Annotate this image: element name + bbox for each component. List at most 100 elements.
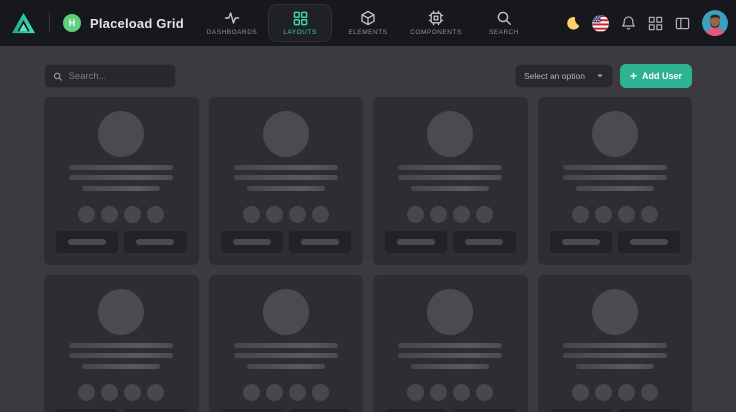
- toolbar: Select an option + Add User: [44, 64, 692, 88]
- apps-grid-icon: [648, 16, 663, 31]
- dot-placeholder: [641, 384, 658, 401]
- dot-placeholder: [78, 384, 95, 401]
- avatar-image: [702, 10, 728, 36]
- search-icon: [53, 71, 63, 82]
- search-icon: [496, 10, 512, 26]
- page-title: Placeload Grid: [90, 16, 184, 31]
- dots-placeholder: [78, 206, 164, 223]
- dot-placeholder: [476, 206, 493, 223]
- text-line-placeholder: [563, 353, 667, 358]
- placeholder-card: [538, 97, 693, 265]
- dots-placeholder: [243, 206, 329, 223]
- dot-placeholder: [407, 206, 424, 223]
- dot-placeholder: [595, 206, 612, 223]
- dot-placeholder: [407, 384, 424, 401]
- options-select[interactable]: Select an option: [515, 64, 613, 88]
- notifications-button[interactable]: [621, 16, 636, 31]
- dot-placeholder: [147, 384, 164, 401]
- text-line-placeholder: [398, 175, 502, 180]
- button-placeholder: [289, 231, 351, 253]
- activity-icon: [224, 10, 240, 26]
- workspace-badge: H: [63, 14, 81, 32]
- us-flag-icon: [592, 15, 609, 32]
- nav-item-search[interactable]: SEARCH: [472, 4, 536, 42]
- dot-placeholder: [572, 206, 589, 223]
- button-bar-placeholder: [397, 239, 435, 245]
- text-line-placeholder: [563, 165, 667, 170]
- dot-placeholder: [147, 206, 164, 223]
- brand: H Placeload Grid: [11, 11, 184, 36]
- apps-grid-button[interactable]: [648, 16, 663, 31]
- dot-placeholder: [124, 384, 141, 401]
- text-line-placeholder: [247, 364, 325, 369]
- plus-icon: +: [630, 70, 637, 82]
- text-line-placeholder: [563, 175, 667, 180]
- dark-mode-toggle[interactable]: [566, 16, 580, 30]
- avatar-placeholder: [427, 289, 473, 335]
- add-user-button[interactable]: + Add User: [620, 64, 692, 88]
- search-box[interactable]: [44, 64, 176, 88]
- nav-label: COMPONENTS: [410, 29, 462, 36]
- toolbar-right: Select an option + Add User: [515, 64, 692, 88]
- button-bar-placeholder: [68, 239, 106, 245]
- dot-placeholder: [312, 206, 329, 223]
- avatar-placeholder: [263, 111, 309, 157]
- text-line-placeholder: [234, 175, 338, 180]
- dot-placeholder: [430, 206, 447, 223]
- card-footer: [56, 231, 187, 253]
- nav-item-layouts[interactable]: LAYOUTS: [268, 4, 332, 42]
- dot-placeholder: [476, 384, 493, 401]
- sidebar-panel-toggle[interactable]: [675, 16, 690, 31]
- button-bar-placeholder: [301, 239, 339, 245]
- top-navbar: H Placeload Grid DASHBOARDS LAYOUTS: [0, 0, 736, 46]
- nav-item-components[interactable]: COMPONENTS: [404, 4, 468, 42]
- app-logo-icon[interactable]: [11, 11, 36, 36]
- select-value: Select an option: [524, 71, 585, 81]
- text-line-placeholder: [234, 343, 338, 348]
- button-bar-placeholder: [630, 239, 668, 245]
- avatar-placeholder: [592, 111, 638, 157]
- moon-icon: [566, 16, 580, 30]
- avatar-placeholder: [592, 289, 638, 335]
- button-placeholder: [618, 231, 680, 253]
- text-line-placeholder: [82, 364, 160, 369]
- dot-placeholder: [289, 206, 306, 223]
- text-line-placeholder: [411, 186, 489, 191]
- dot-placeholder: [78, 206, 95, 223]
- main-nav: DASHBOARDS LAYOUTS ELEMENTS: [200, 0, 536, 46]
- dot-placeholder: [641, 206, 658, 223]
- text-line-placeholder: [82, 186, 160, 191]
- sidebar-panel-icon: [675, 16, 690, 31]
- button-placeholder: [56, 231, 118, 253]
- dot-placeholder: [266, 206, 283, 223]
- placeholder-card: [44, 275, 199, 412]
- dot-placeholder: [289, 384, 306, 401]
- card-footer: [550, 231, 681, 253]
- chevron-down-icon: [596, 72, 604, 80]
- button-bar-placeholder: [465, 239, 503, 245]
- text-line-placeholder: [398, 165, 502, 170]
- nav-item-dashboards[interactable]: DASHBOARDS: [200, 4, 264, 42]
- button-bar-placeholder: [136, 239, 174, 245]
- avatar-placeholder: [98, 111, 144, 157]
- placeholder-card: [373, 275, 528, 412]
- placeholder-card: [44, 97, 199, 265]
- text-line-placeholder: [398, 353, 502, 358]
- placeholder-card: [209, 275, 364, 412]
- search-input[interactable]: [69, 71, 168, 82]
- bell-icon: [621, 16, 636, 31]
- button-bar-placeholder: [562, 239, 600, 245]
- dot-placeholder: [101, 206, 118, 223]
- language-flag-button[interactable]: [592, 15, 609, 32]
- dot-placeholder: [243, 206, 260, 223]
- dot-placeholder: [266, 384, 283, 401]
- nav-item-elements[interactable]: ELEMENTS: [336, 4, 400, 42]
- user-avatar[interactable]: [702, 10, 728, 36]
- avatar-placeholder: [427, 111, 473, 157]
- dot-placeholder: [618, 384, 635, 401]
- button-placeholder: [385, 231, 447, 253]
- nav-label: DASHBOARDS: [207, 29, 258, 36]
- button-placeholder: [124, 231, 186, 253]
- text-line-placeholder: [411, 364, 489, 369]
- dot-placeholder: [101, 384, 118, 401]
